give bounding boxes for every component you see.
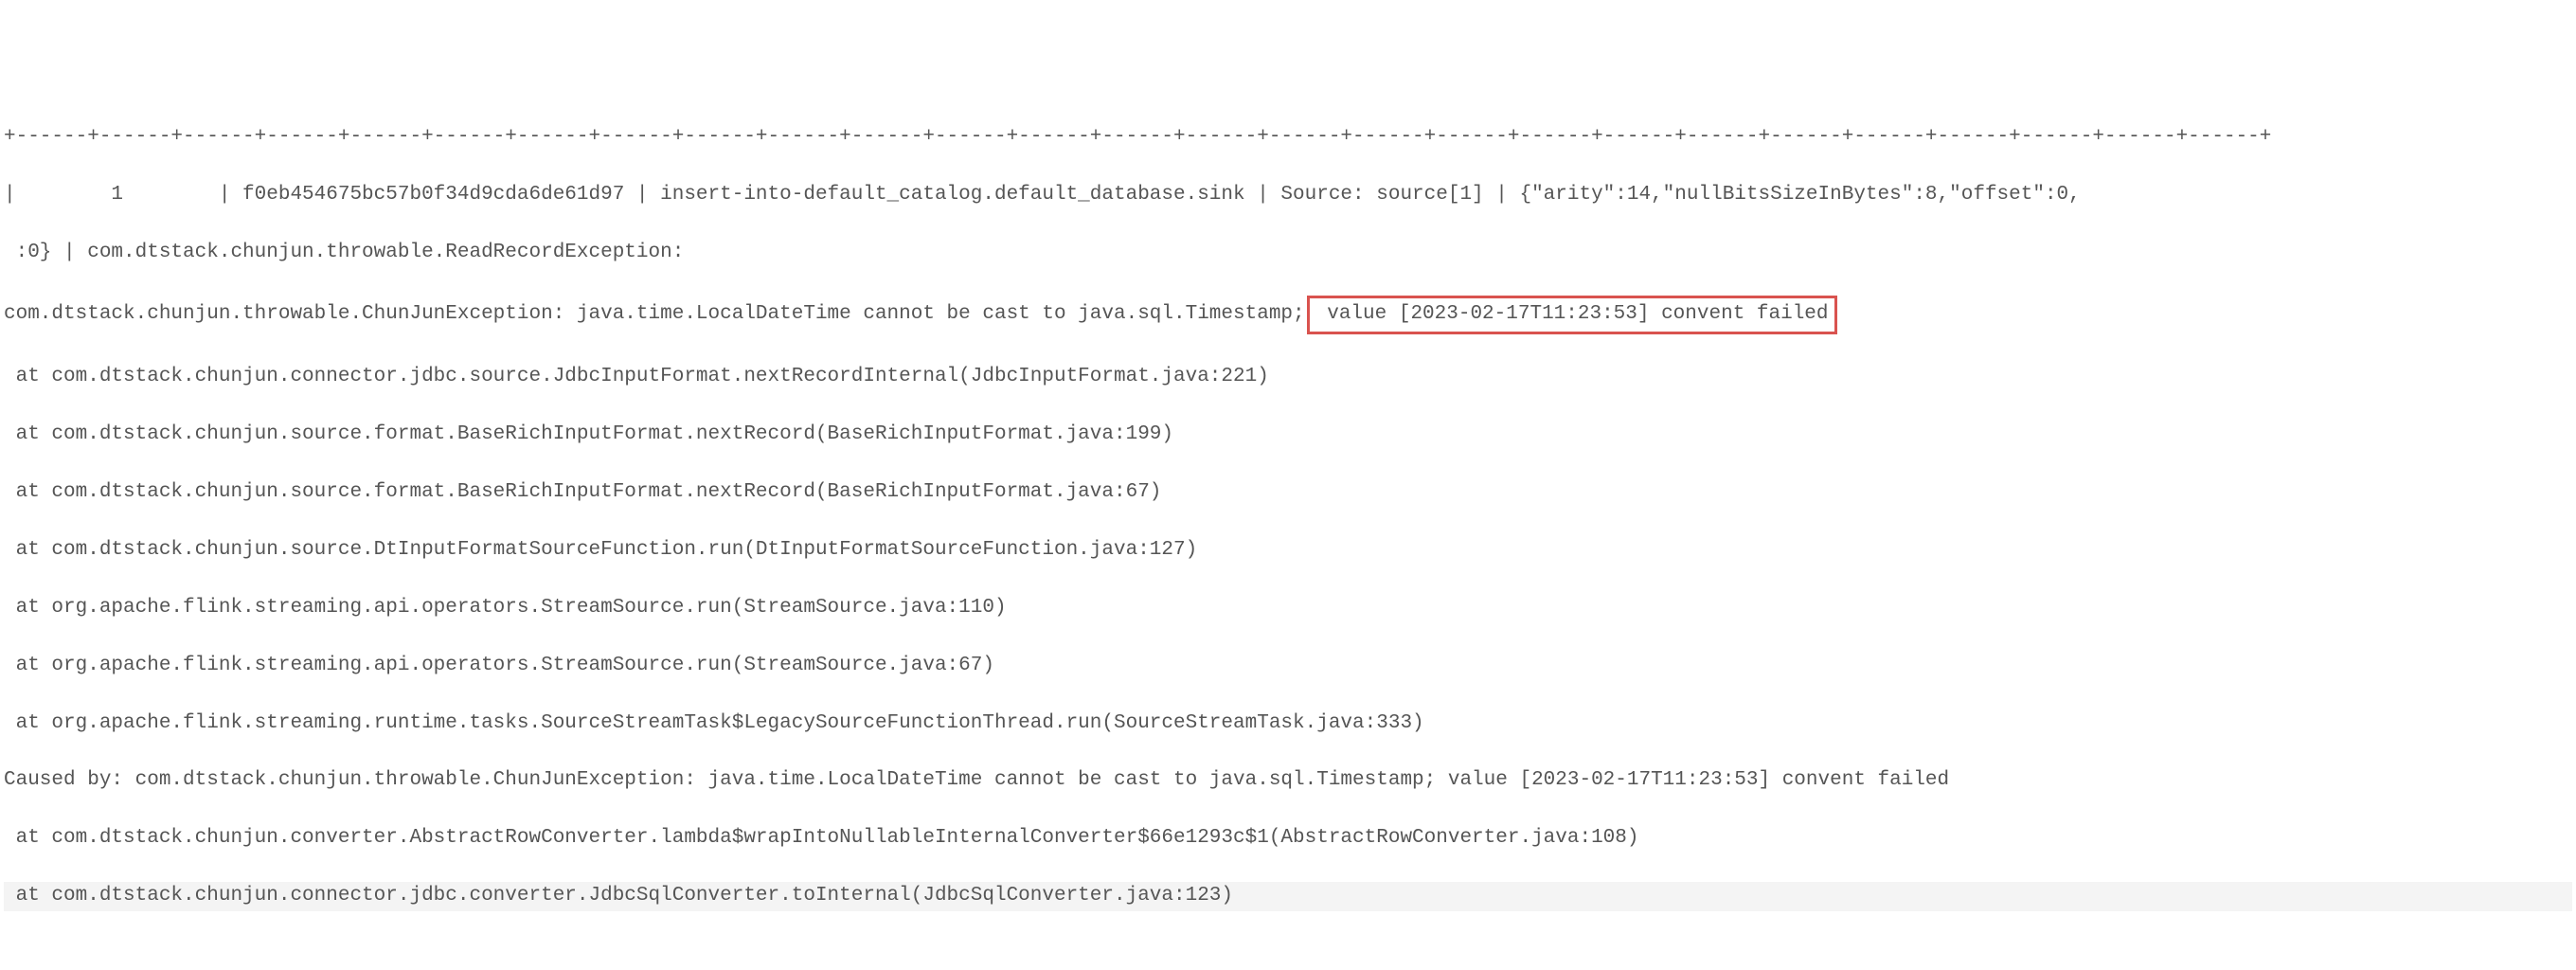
highlighted-value: value [2023-02-17T11:23:53] convent fail…	[1307, 296, 1837, 333]
stack-frame: at org.apache.flink.streaming.api.operat…	[4, 652, 2572, 680]
stack-frame: at com.dtstack.chunjun.connector.jdbc.co…	[4, 882, 2572, 910]
stack-frame: at com.dtstack.chunjun.converter.Abstrac…	[4, 824, 2572, 853]
log-row-header: | 1 | f0eb454675bc57b0f34d9cda6de61d97 |…	[4, 181, 2572, 209]
log-separator: +------+------+------+------+------+----…	[4, 123, 2572, 152]
stack-frame: at com.dtstack.chunjun.source.format.Bas…	[4, 421, 2572, 449]
stack-frame: at com.dtstack.chunjun.source.DtInputFor…	[4, 536, 2572, 565]
log-exception-message: com.dtstack.chunjun.throwable.ChunJunExc…	[4, 296, 2572, 333]
stack-frame: at org.apache.flink.streaming.runtime.ta…	[4, 710, 2572, 738]
stack-frame: at com.dtstack.chunjun.connector.jdbc.so…	[4, 363, 2572, 391]
caused-by: Caused by: com.dtstack.chunjun.throwable…	[4, 766, 2572, 795]
stack-frame: at org.apache.flink.streaming.api.operat…	[4, 594, 2572, 622]
log-exception-type: :0} | com.dtstack.chunjun.throwable.Read…	[4, 239, 2572, 267]
stack-frame: at com.dtstack.chunjun.source.format.Bas…	[4, 478, 2572, 507]
exception-text: com.dtstack.chunjun.throwable.ChunJunExc…	[4, 303, 1305, 325]
